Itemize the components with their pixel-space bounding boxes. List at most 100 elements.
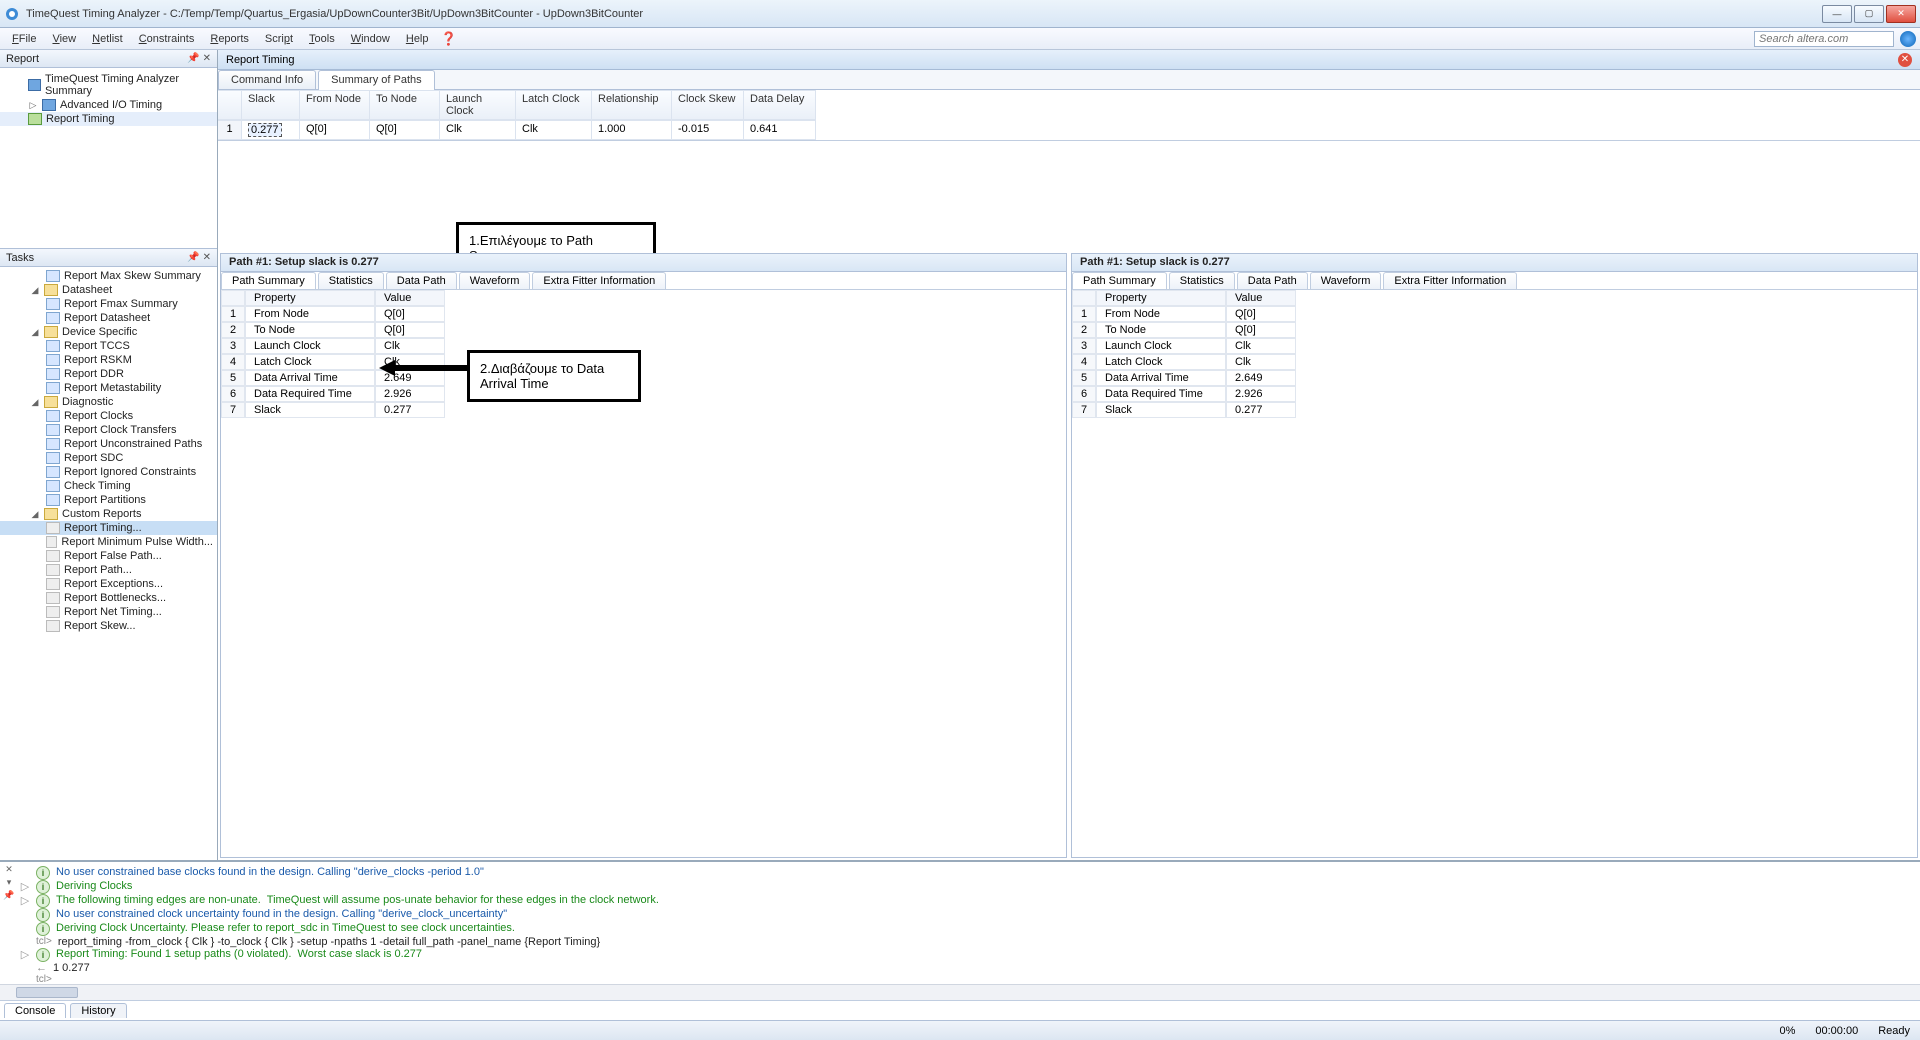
task-item[interactable]: Report Bottlenecks... xyxy=(0,591,217,605)
property-table-2: PropertyValue1From NodeQ[0]2To NodeQ[0]3… xyxy=(1072,290,1917,418)
col-slack[interactable]: Slack xyxy=(242,90,300,120)
console-line: ▷iReport Timing: Found 1 setup paths (0 … xyxy=(20,948,1912,962)
tasks-pin-icon[interactable]: 📌 ✕ xyxy=(187,252,211,263)
menu-netlist[interactable]: Netlist xyxy=(84,31,131,47)
menu-window[interactable]: Window xyxy=(343,31,398,47)
detail-tab[interactable]: Data Path xyxy=(386,272,457,289)
col-clock-skew[interactable]: Clock Skew xyxy=(672,90,744,120)
menu-view[interactable]: View xyxy=(44,31,84,47)
property-row[interactable]: 2To NodeQ[0] xyxy=(1072,322,1917,338)
task-item[interactable]: Report RSKM xyxy=(0,353,217,367)
task-group[interactable]: ◢Custom Reports xyxy=(0,507,217,521)
close-button[interactable]: ✕ xyxy=(1886,5,1916,23)
property-row[interactable]: 2To NodeQ[0] xyxy=(221,322,1066,338)
col-relationship[interactable]: Relationship xyxy=(592,90,672,120)
detail-tab[interactable]: Path Summary xyxy=(221,272,316,289)
property-row[interactable]: 6Data Required Time2.926 xyxy=(1072,386,1917,402)
report-tree-item[interactable]: ▷Advanced I/O Timing xyxy=(0,98,217,112)
col-latch-clock[interactable]: Latch Clock xyxy=(516,90,592,120)
cell-slack[interactable]: 0.277 xyxy=(242,120,300,140)
task-group[interactable]: ◢Diagnostic xyxy=(0,395,217,409)
task-item[interactable]: Report Partitions xyxy=(0,493,217,507)
menu-reports[interactable]: Reports xyxy=(202,31,257,47)
property-row[interactable]: 7Slack0.277 xyxy=(1072,402,1917,418)
task-item[interactable]: Report Datasheet xyxy=(0,311,217,325)
task-item[interactable]: Report Exceptions... xyxy=(0,577,217,591)
property-row[interactable]: 4Latch ClockClk xyxy=(221,354,1066,370)
task-item[interactable]: Report TCCS xyxy=(0,339,217,353)
col-launch-clock[interactable]: Launch Clock xyxy=(440,90,516,120)
detail-tab[interactable]: Waveform xyxy=(1310,272,1382,289)
detail-tab[interactable]: Waveform xyxy=(459,272,531,289)
property-row[interactable]: 1From NodeQ[0] xyxy=(221,306,1066,322)
col-data-delay[interactable]: Data Delay xyxy=(744,90,816,120)
detail-tab[interactable]: Extra Fitter Information xyxy=(1383,272,1517,289)
menu-script[interactable]: Script xyxy=(257,31,301,47)
console-gutter[interactable]: ✕▾📌 xyxy=(2,862,16,984)
task-item[interactable]: Report Clock Transfers xyxy=(0,423,217,437)
console-tab-history[interactable]: History xyxy=(70,1003,126,1018)
task-item[interactable]: Report Path... xyxy=(0,563,217,577)
task-item[interactable]: Report Max Skew Summary xyxy=(0,269,217,283)
report-tree-item[interactable]: TimeQuest Timing Analyzer Summary xyxy=(0,72,217,98)
task-item[interactable]: Report Net Timing... xyxy=(0,605,217,619)
task-group[interactable]: ◢Datasheet xyxy=(0,283,217,297)
minimize-button[interactable]: — xyxy=(1822,5,1852,23)
content-header: Report Timing ✕ xyxy=(218,50,1920,70)
property-row[interactable]: 4Latch ClockClk xyxy=(1072,354,1917,370)
search-input[interactable] xyxy=(1754,31,1894,47)
menu-file[interactable]: FFileFile xyxy=(4,31,44,47)
tab-command-info[interactable]: Command Info xyxy=(218,70,316,89)
task-item[interactable]: Report Metastability xyxy=(0,381,217,395)
report-tree-item[interactable]: Report Timing xyxy=(0,112,217,126)
arrow-left-icon xyxy=(379,360,467,376)
task-item[interactable]: Check Timing xyxy=(0,479,217,493)
tasks-tree: Report Max Skew Summary◢DatasheetReport … xyxy=(0,267,217,860)
task-group[interactable]: ◢Device Specific xyxy=(0,325,217,339)
detail-title: Path #1: Setup slack is 0.277 xyxy=(221,254,1066,272)
property-row[interactable]: 3Launch ClockClk xyxy=(1072,338,1917,354)
console-line: ←1 0.277 xyxy=(20,962,1912,974)
property-row[interactable]: 5Data Arrival Time2.649 xyxy=(1072,370,1917,386)
detail-tab[interactable]: Extra Fitter Information xyxy=(532,272,666,289)
status-bar: 0% 00:00:00 Ready xyxy=(0,1020,1920,1040)
detail-tab[interactable]: Statistics xyxy=(318,272,384,289)
task-item[interactable]: Report Fmax Summary xyxy=(0,297,217,311)
detail-tab[interactable]: Data Path xyxy=(1237,272,1308,289)
task-item[interactable]: Report Unconstrained Paths xyxy=(0,437,217,451)
task-item[interactable]: Report False Path... xyxy=(0,549,217,563)
property-row[interactable]: 7Slack0.277 xyxy=(221,402,1066,418)
property-row[interactable]: 5Data Arrival Time2.649 xyxy=(221,370,1066,386)
report-panel-header: Report 📌 ✕ xyxy=(0,50,217,68)
property-row[interactable]: 1From NodeQ[0] xyxy=(1072,306,1917,322)
content-close-icon[interactable]: ✕ xyxy=(1898,53,1912,67)
tab-summary-of-paths[interactable]: Summary of Paths xyxy=(318,70,434,89)
detail-tab[interactable]: Statistics xyxy=(1169,272,1235,289)
console-scrollbar[interactable] xyxy=(0,984,1920,1000)
task-item[interactable]: Report DDR xyxy=(0,367,217,381)
task-item[interactable]: Report Minimum Pulse Width... xyxy=(0,535,217,549)
col-to-node[interactable]: To Node xyxy=(370,90,440,120)
console-output[interactable]: ✕▾📌 iNo user constrained base clocks fou… xyxy=(0,862,1920,984)
content-title: Report Timing xyxy=(226,54,294,66)
property-row[interactable]: 3Launch ClockClk xyxy=(221,338,1066,354)
task-item[interactable]: Report Timing... xyxy=(0,521,217,535)
menu-help[interactable]: Help xyxy=(398,31,437,47)
task-item[interactable]: Report Clocks xyxy=(0,409,217,423)
menu-tools[interactable]: Tools xyxy=(301,31,343,47)
console-line: iNo user constrained base clocks found i… xyxy=(20,866,1912,880)
summary-row[interactable]: 1 0.277 Q[0] Q[0] Clk Clk 1.000 -0.015 0… xyxy=(218,120,1920,140)
property-row[interactable]: 6Data Required Time2.926 xyxy=(221,386,1066,402)
task-item[interactable]: Report Ignored Constraints xyxy=(0,465,217,479)
task-item[interactable]: Report SDC xyxy=(0,451,217,465)
console-tab-console[interactable]: Console xyxy=(4,1003,66,1018)
task-item[interactable]: Report Skew... xyxy=(0,619,217,633)
globe-icon[interactable] xyxy=(1900,31,1916,47)
help-icon[interactable]: ❓ xyxy=(441,31,457,47)
detail-tab[interactable]: Path Summary xyxy=(1072,272,1167,289)
maximize-button[interactable]: ▢ xyxy=(1854,5,1884,23)
window-title: TimeQuest Timing Analyzer - C:/Temp/Temp… xyxy=(26,8,1822,20)
col-from-node[interactable]: From Node xyxy=(300,90,370,120)
menu-constraints[interactable]: Constraints xyxy=(131,31,203,47)
pin-icon[interactable]: 📌 ✕ xyxy=(187,53,211,64)
